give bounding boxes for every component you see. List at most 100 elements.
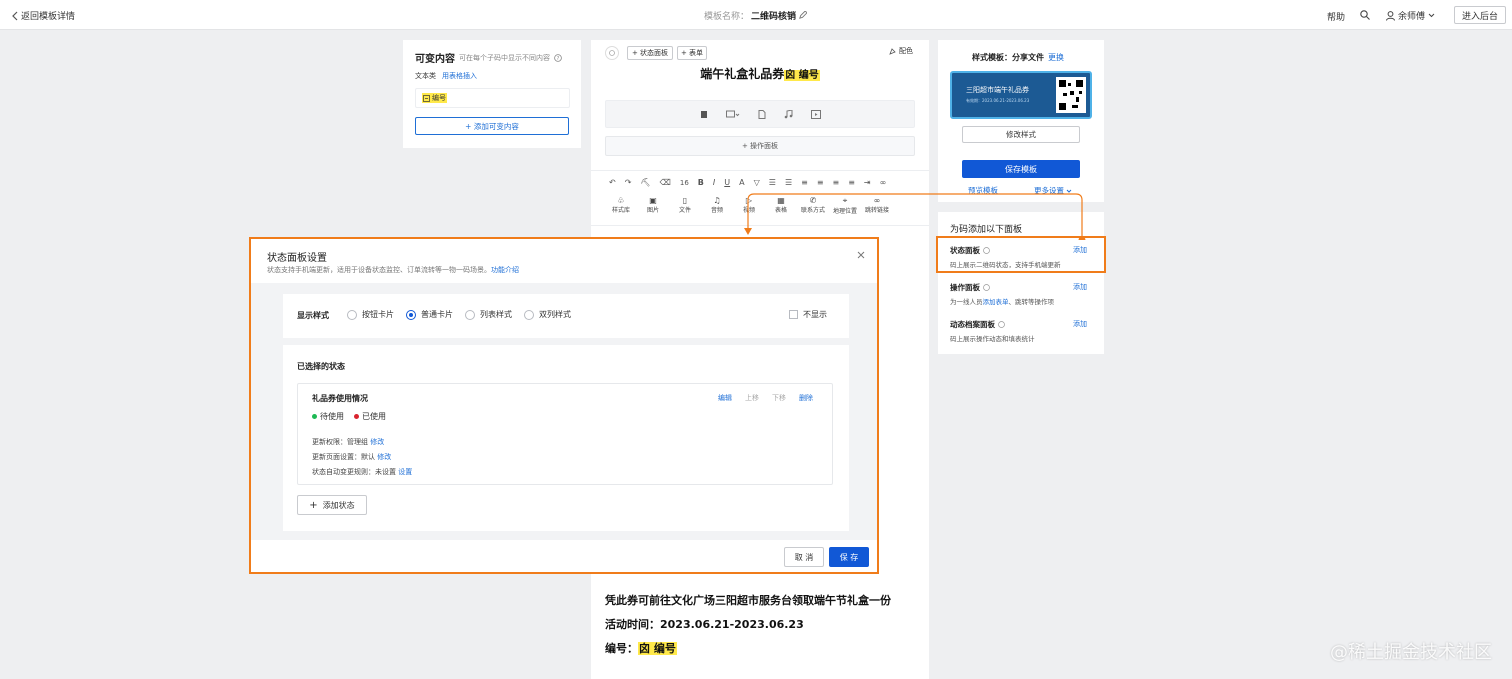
selected-status-section: 已选择的状态 礼品券使用情况 编辑 上移 下移 删除 待使用 已使用 更新权限：… xyxy=(283,345,849,531)
format-painter-icon[interactable]: ⛏ xyxy=(640,178,650,187)
template-name-value: 二维码核销 xyxy=(751,12,797,22)
help-circle-icon[interactable] xyxy=(983,284,990,291)
radio-two-column[interactable] xyxy=(524,309,534,320)
help-link[interactable]: 帮助 xyxy=(1327,10,1345,23)
add-variable-button[interactable]: + 添加可变内容 xyxy=(415,117,569,135)
highlight-icon[interactable]: ▽ xyxy=(754,178,760,187)
font-color-icon[interactable]: A xyxy=(739,178,744,187)
back-link[interactable]: 返回模板详情 xyxy=(12,9,75,22)
add-operation-panel-link[interactable]: 添加 xyxy=(1073,282,1087,292)
radio-list[interactable] xyxy=(465,309,475,320)
doc-icon[interactable] xyxy=(700,110,708,119)
add-status-button[interactable]: + 添加状态 xyxy=(297,495,367,515)
display-style-row: 显示样式 按钮卡片 普通卡片 列表样式 双列样式 不显示 xyxy=(283,294,849,338)
tool-image[interactable]: ▣ 图片 xyxy=(637,196,669,215)
align-center-icon[interactable]: ≡ xyxy=(817,178,824,187)
move-down-link[interactable]: 下移 xyxy=(772,393,786,403)
save-button[interactable]: 保 存 xyxy=(829,547,869,567)
style-option-list[interactable]: 列表样式 xyxy=(465,309,512,320)
ticket-line-3: 编号：囟 编号 xyxy=(605,642,677,655)
move-up-link[interactable]: 上移 xyxy=(745,393,759,403)
user-name: 余师傅 xyxy=(1398,12,1426,22)
checkbox-box[interactable] xyxy=(789,310,798,319)
redo-icon[interactable]: ↷ xyxy=(625,178,632,187)
user-icon xyxy=(1386,10,1395,21)
style-radio-group: 按钮卡片 普通卡片 列表样式 双列样式 xyxy=(347,309,571,320)
edit-status-link[interactable]: 编辑 xyxy=(718,393,732,403)
panel-option-operation: 操作面板 添加 为一线人员添加表单、跳转等操作项 xyxy=(938,274,1104,312)
font-size-select[interactable]: 16 xyxy=(680,179,689,187)
radio-normal-card[interactable] xyxy=(406,309,416,320)
style-option-two-column[interactable]: 双列样式 xyxy=(524,309,571,320)
status-card: 礼品券使用情况 编辑 上移 下移 删除 待使用 已使用 更新权限：管理组 修改 … xyxy=(297,383,833,485)
indent-icon[interactable]: ⇥ xyxy=(864,178,871,187)
preview-title: 三阳超市端午礼品券 xyxy=(966,86,1029,94)
add-form-link[interactable]: 添加表单 xyxy=(983,298,1009,306)
template-name: 模板名称： 二维码核销 xyxy=(704,9,808,22)
template-name-label: 模板名称： xyxy=(704,12,750,22)
music-icon[interactable] xyxy=(784,109,793,119)
italic-icon[interactable]: I xyxy=(713,178,715,187)
underline-icon[interactable]: U xyxy=(724,178,730,187)
modify-page-link[interactable]: 修改 xyxy=(377,453,391,461)
connector-arrow-icon xyxy=(744,193,1086,240)
status-states: 待使用 已使用 xyxy=(312,411,386,422)
tool-audio[interactable]: ♫ 音频 xyxy=(701,196,733,215)
enter-backend-button[interactable]: 进入后台 xyxy=(1454,6,1506,24)
help-circle-icon[interactable]: ? xyxy=(554,53,562,62)
variable-item[interactable]: 编号 xyxy=(415,88,570,108)
ordered-list-icon[interactable]: ☰ xyxy=(769,178,776,187)
bold-icon[interactable]: B xyxy=(698,178,704,187)
media-placeholder-bar xyxy=(605,100,915,128)
bullet-list-icon[interactable]: ☰ xyxy=(785,178,792,187)
style-option-normal-card[interactable]: 普通卡片 xyxy=(406,309,453,320)
edit-pencil-icon[interactable] xyxy=(798,11,808,20)
user-menu[interactable]: 余师傅 xyxy=(1386,9,1435,22)
undo-icon[interactable]: ↶ xyxy=(609,178,616,187)
add-status-panel-chip[interactable]: + 状态面板 xyxy=(627,46,673,60)
video-icon[interactable] xyxy=(810,109,821,119)
ticket-line-1: 凭此券可前往文化广场三阳超市服务台领取端午节礼盒一份 xyxy=(605,594,891,607)
delete-status-link[interactable]: 删除 xyxy=(799,393,813,403)
image-icon[interactable] xyxy=(725,110,740,119)
file-icon[interactable] xyxy=(758,109,766,119)
set-rule-link[interactable]: 设置 xyxy=(398,468,412,476)
add-activity-panel-link[interactable]: 添加 xyxy=(1073,319,1087,329)
close-icon[interactable] xyxy=(857,251,865,259)
style-template-panel: 样式模板：分享文件 更换 三阳超市端午礼品券 有效期：2023.06.21-20… xyxy=(938,40,1104,202)
save-template-button[interactable]: 保存模板 xyxy=(962,160,1080,178)
tool-file[interactable]: ▯ 文件 xyxy=(669,196,701,215)
help-circle-icon[interactable] xyxy=(998,321,1005,328)
search-icon[interactable] xyxy=(1360,10,1370,20)
hide-checkbox[interactable]: 不显示 xyxy=(789,309,827,320)
add-form-chip[interactable]: + 表单 xyxy=(677,46,707,60)
chevron-down-icon xyxy=(1428,13,1435,18)
editor-heading: 端午礼盒礼品券囟 编号 xyxy=(591,65,929,82)
cancel-button[interactable]: 取 消 xyxy=(784,547,824,567)
variable-tag: 编号 xyxy=(422,93,447,103)
chevron-left-icon xyxy=(12,11,18,20)
modify-perm-link[interactable]: 修改 xyxy=(370,438,384,446)
feature-intro-link[interactable]: 功能介绍 xyxy=(491,266,519,274)
ticket-body: 凭此券可前往文化广场三阳超市服务台领取端午节礼盒一份 活动时间：2023.06.… xyxy=(605,589,891,661)
modify-style-button[interactable]: 修改样式 xyxy=(962,126,1080,143)
variable-tag-icon xyxy=(423,94,430,102)
insert-by-table-link[interactable]: 用表格插入 xyxy=(442,71,477,81)
style-template-title: 样式模板：分享文件 更换 xyxy=(972,52,1064,63)
align-right-icon[interactable]: ≡ xyxy=(833,178,840,187)
add-operation-panel-button[interactable]: + 操作面板 xyxy=(605,136,915,156)
template-preview-image[interactable]: 三阳超市端午礼品券 有效期：2023.06.21-2023.06.23 xyxy=(950,71,1092,119)
link-icon[interactable]: ∞ xyxy=(880,178,887,187)
radio-button-card[interactable] xyxy=(347,309,357,320)
highlight-box xyxy=(936,236,1106,273)
eraser-icon[interactable]: ⌫ xyxy=(660,178,671,187)
align-left-icon[interactable]: ≡ xyxy=(801,178,808,187)
change-template-link[interactable]: 更换 xyxy=(1048,52,1064,63)
color-scheme-button[interactable]: 配色 xyxy=(889,46,913,56)
align-justify-icon[interactable]: ≡ xyxy=(848,178,855,187)
activity-panel-desc: 码上展示操作动态和填表统计 xyxy=(950,335,1035,343)
tool-style-library[interactable]: ♧ 样式库 xyxy=(605,196,637,215)
settings-circle-icon[interactable] xyxy=(605,46,619,60)
style-option-button-card[interactable]: 按钮卡片 xyxy=(347,309,394,320)
color-scheme-label: 配色 xyxy=(899,47,913,55)
